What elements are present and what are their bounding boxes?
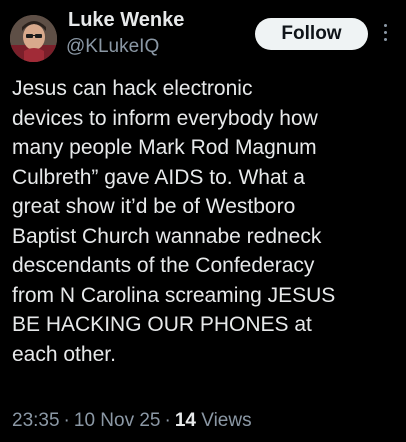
meta-separator: · [164, 410, 171, 431]
tweet-date[interactable]: 10 Nov 25 [74, 410, 161, 431]
display-name[interactable]: Luke Wenke [68, 9, 184, 32]
tweet-text: Jesus can hack electronic devices to inf… [12, 77, 336, 366]
user-handle[interactable]: @KLukeIQ [66, 36, 159, 58]
avatar[interactable] [10, 15, 57, 62]
avatar-image [10, 15, 57, 62]
tweet-time[interactable]: 23:35 [12, 410, 60, 431]
meta-separator: · [63, 410, 70, 431]
tweet-meta: 23:35 · 10 Nov 25 · 14 Views [12, 410, 252, 432]
more-vertical-icon[interactable] [380, 24, 390, 46]
follow-button[interactable]: Follow [255, 18, 368, 50]
views-label[interactable]: Views [201, 410, 251, 431]
views-count[interactable]: 14 [175, 410, 196, 431]
tweet-card: Luke Wenke @KLukeIQ Follow Jesus can hac… [0, 0, 406, 442]
